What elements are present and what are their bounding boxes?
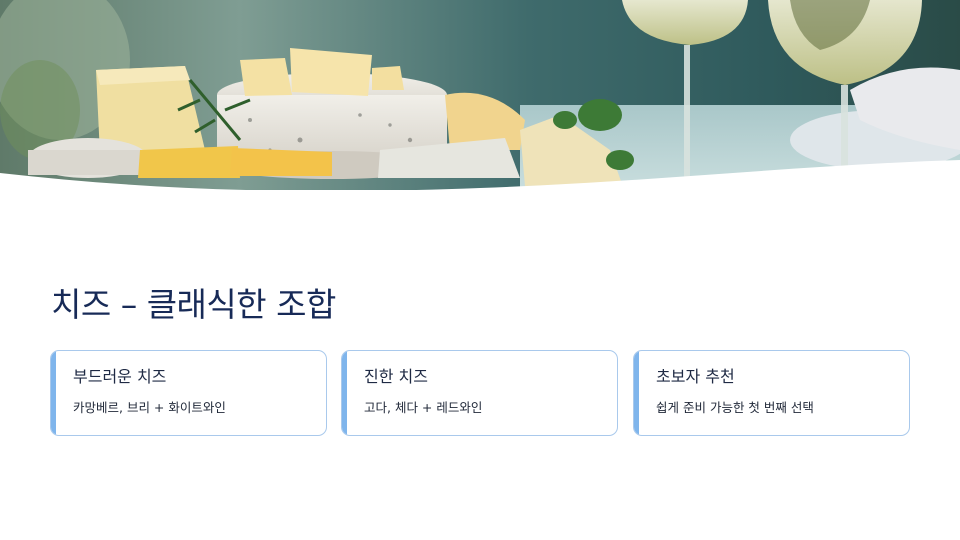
card-description: 고다, 체다 + 레드와인 bbox=[364, 400, 483, 415]
cheese-card-rich: 진한 치즈 고다, 체다 + 레드와인 bbox=[341, 350, 618, 436]
card-title: 부드러운 치즈 bbox=[73, 367, 167, 386]
cheese-card-beginner: 초보자 추천 쉽게 준비 가능한 첫 번째 선택 bbox=[633, 350, 910, 436]
cheese-card-soft: 부드러운 치즈 카망베르, 브리 + 화이트와인 bbox=[50, 350, 327, 436]
card-title: 진한 치즈 bbox=[364, 367, 428, 386]
card-description: 카망베르, 브리 + 화이트와인 bbox=[73, 400, 226, 415]
card-description: 쉽게 준비 가능한 첫 번째 선택 bbox=[656, 400, 814, 415]
slide-title: 치즈 – 클래식한 조합 bbox=[51, 285, 336, 324]
card-title: 초보자 추천 bbox=[656, 367, 735, 386]
hero-image bbox=[0, 0, 960, 190]
